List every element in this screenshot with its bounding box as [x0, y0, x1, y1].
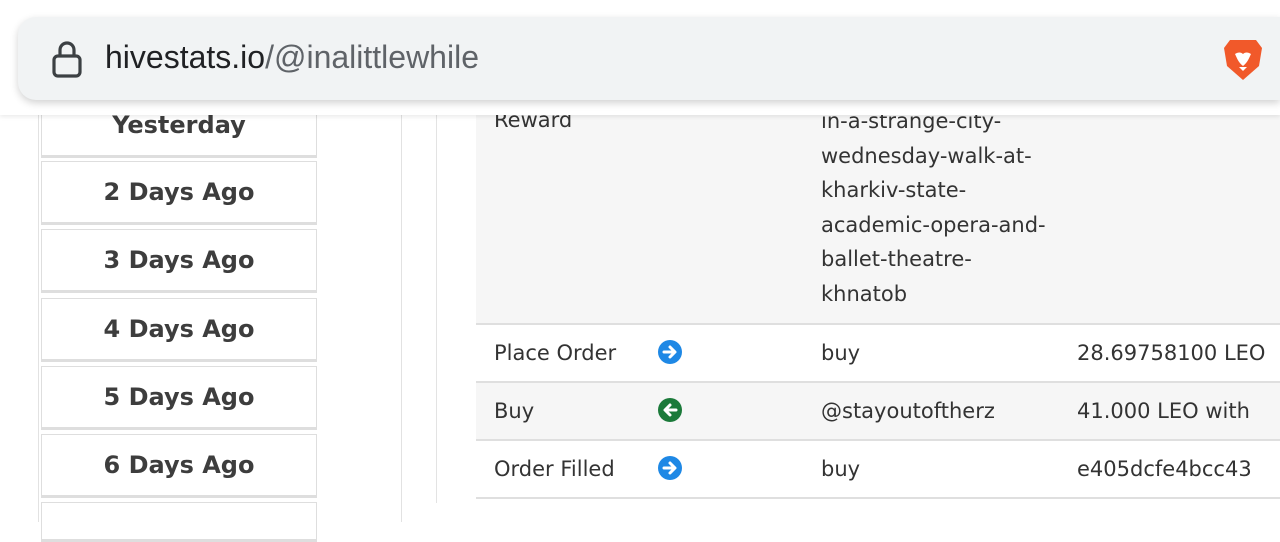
sidebar-item-label: 3 Days Ago	[103, 246, 255, 274]
tx-detail-line: khnatob	[821, 281, 908, 306]
tx-type: Place Order	[494, 341, 617, 365]
address-bar[interactable]: hivestats.io/@inalittlewhile	[18, 17, 1280, 100]
sidebar-item-5-days-ago[interactable]: 5 Days Ago	[41, 366, 317, 430]
tx-detail: buy	[821, 457, 861, 481]
sidebar-item-6-days-ago[interactable]: 6 Days Ago	[41, 434, 317, 498]
url-text[interactable]: hivestats.io/@inalittlewhile	[105, 39, 479, 76]
sidebar-item-4-days-ago[interactable]: 4 Days Ago	[41, 298, 317, 362]
url-host: hivestats.io	[105, 39, 266, 75]
tx-detail-line: academic-opera-and-	[821, 212, 1046, 237]
table-row: Order Filled buy e405dcfe4bcc43	[476, 441, 1280, 499]
lock-icon[interactable]	[50, 40, 84, 78]
tx-detail-line: ballet-theatre-	[821, 247, 972, 271]
sidebar-item-more[interactable]	[41, 502, 317, 542]
tx-detail-line: wednesday-walk-at-	[821, 143, 1032, 168]
table-row: Buy @stayoutoftherz 41.000 LEO with	[476, 383, 1280, 441]
tx-amount[interactable]: e405dcfe4bcc43	[1077, 457, 1252, 481]
sidebar-item-label: 2 Days Ago	[103, 178, 255, 206]
sidebar-item-2-days-ago[interactable]: 2 Days Ago	[41, 161, 317, 225]
sidebar-item-label: Yesterday	[112, 111, 246, 139]
sidebar-item-label: 4 Days Ago	[103, 315, 255, 343]
url-path: /@inalittlewhile	[265, 39, 479, 75]
tx-detail[interactable]: @stayoutoftherz	[821, 394, 995, 429]
arrow-right-icon	[658, 456, 682, 480]
tx-detail: buy	[821, 341, 861, 365]
tx-amount: 41.000 LEO with	[1077, 399, 1250, 423]
tx-type: Order Filled	[494, 457, 615, 481]
tx-detail[interactable]: in-a-strange-city- wednesday-walk-at- kh…	[821, 104, 1046, 311]
tx-detail-line: kharkiv-state-	[821, 178, 967, 202]
arrow-left-icon	[658, 398, 682, 422]
tx-type: Buy	[494, 399, 535, 423]
arrow-right-icon	[658, 340, 682, 364]
sidebar-item-label: 6 Days Ago	[103, 451, 255, 479]
sidebar-item-label: 5 Days Ago	[103, 383, 255, 411]
content-divider	[436, 115, 437, 503]
table-row: Place Order buy 28.69758100 LEO	[476, 325, 1280, 383]
sidebar-item-3-days-ago[interactable]: 3 Days Ago	[41, 229, 317, 293]
brave-lion-icon[interactable]	[1218, 34, 1268, 84]
tx-amount: 28.69758100 LEO	[1077, 341, 1266, 365]
